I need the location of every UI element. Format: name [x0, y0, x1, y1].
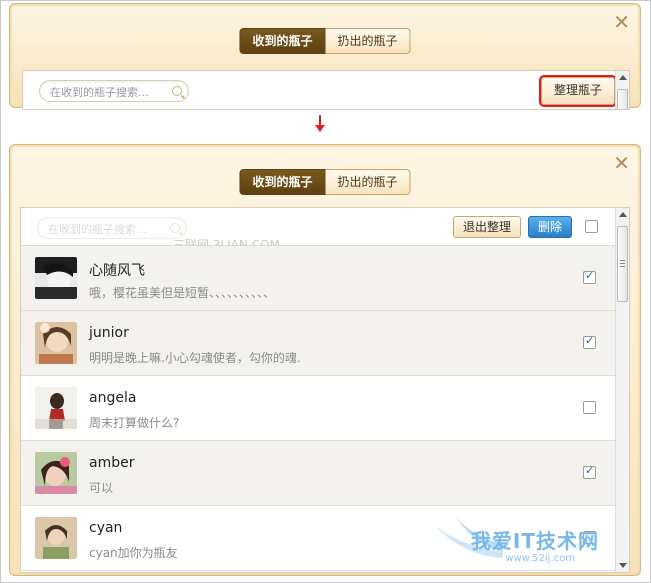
manage-toolbar: 在收到的瓶子搜索... 退出整理 删除 — [21, 208, 617, 246]
list-item[interactable]: angela 周末打算做什么? — [21, 376, 617, 441]
tab-thrown[interactable]: 扔出的瓶子 — [325, 28, 411, 54]
avatar[interactable] — [35, 257, 77, 299]
sender-name[interactable]: angela — [89, 390, 136, 406]
avatar[interactable] — [35, 322, 77, 364]
item-checkbox[interactable] — [583, 531, 596, 544]
scroll-down-icon[interactable] — [619, 563, 627, 568]
content-area: 在收到的瓶子搜索... 退出整理 删除 三联网 3LIAN.COM 心随风飞 哦… — [20, 207, 630, 573]
bottle-panel-before: ✕ 收到的瓶子 扔出的瓶子 在收到的瓶子搜索... 整理瓶子 — [9, 3, 641, 110]
item-checkbox[interactable] — [583, 464, 596, 479]
message-preview: cyan加你为瓶友 — [89, 546, 178, 560]
message-preview: 哦，樱花虽美但是短暂、、、、、、、、、、 — [89, 286, 276, 300]
list-item[interactable]: junior 明明是晚上嘛.小心勾魂使者，勾你的魂. — [21, 311, 617, 376]
bottle-list: 心随风飞 哦，樱花虽美但是短暂、、、、、、、、、、 ✓ junior 明明是晚上… — [21, 246, 617, 571]
list-item[interactable]: amber 可以 — [21, 441, 617, 506]
search-placeholder: 在收到的瓶子搜索... — [48, 223, 147, 236]
message-preview: 可以 — [89, 481, 114, 495]
search-input[interactable]: 在收到的瓶子搜索... — [39, 80, 189, 102]
tab-received[interactable]: 收到的瓶子 — [239, 169, 326, 195]
delete-button[interactable]: 删除 — [528, 216, 573, 238]
close-icon[interactable]: ✕ — [613, 153, 630, 173]
select-all-checkbox[interactable] — [585, 220, 598, 233]
search-placeholder: 在收到的瓶子搜索... — [50, 86, 149, 99]
grip-icon — [620, 260, 625, 267]
exit-manage-button[interactable]: 退出整理 — [453, 216, 522, 238]
message-preview: 周末打算做什么? — [89, 416, 180, 430]
sender-name[interactable]: 心随风飞 — [89, 260, 145, 280]
tab-bar: 收到的瓶子 扔出的瓶子 — [239, 28, 411, 54]
down-arrow-icon — [315, 115, 325, 132]
avatar[interactable] — [35, 452, 77, 494]
item-checkbox[interactable] — [583, 334, 596, 349]
tab-bar: 收到的瓶子 扔出的瓶子 — [239, 169, 411, 195]
search-icon — [170, 223, 180, 233]
scroll-up-icon[interactable] — [619, 75, 627, 80]
scrollbar[interactable] — [615, 71, 629, 109]
scroll-thumb[interactable] — [617, 89, 628, 109]
search-input: 在收到的瓶子搜索... — [37, 217, 187, 239]
scroll-up-icon[interactable] — [619, 212, 627, 217]
item-checkbox[interactable] — [583, 269, 596, 284]
avatar[interactable] — [35, 387, 77, 429]
tab-thrown[interactable]: 扔出的瓶子 — [325, 169, 411, 195]
manage-bottles-button[interactable]: 整理瓶子 — [538, 75, 618, 107]
list-item[interactable]: cyan cyan加你为瓶友 — [21, 506, 617, 571]
item-checkbox[interactable] — [583, 401, 596, 414]
scrollbar[interactable] — [615, 208, 629, 572]
sender-name[interactable]: junior — [89, 325, 129, 341]
search-icon[interactable] — [172, 86, 182, 96]
content-area: 在收到的瓶子搜索... 整理瓶子 — [22, 70, 630, 110]
message-preview: 明明是晚上嘛.小心勾魂使者，勾你的魂. — [89, 351, 301, 365]
bottle-panel-after: ✕ 收到的瓶子 扔出的瓶子 在收到的瓶子搜索... 退出整理 删除 三联网 3L… — [9, 144, 641, 576]
avatar[interactable] — [35, 517, 77, 559]
sender-name[interactable]: cyan — [89, 520, 122, 536]
tab-received[interactable]: 收到的瓶子 — [239, 28, 326, 54]
screenshot-frame: ✕ 收到的瓶子 扔出的瓶子 在收到的瓶子搜索... 整理瓶子 ✕ 收到的瓶子 扔… — [0, 0, 651, 583]
sender-name[interactable]: amber — [89, 455, 134, 471]
close-icon[interactable]: ✕ — [613, 12, 630, 32]
scroll-thumb[interactable] — [617, 226, 628, 302]
list-item[interactable]: 心随风飞 哦，樱花虽美但是短暂、、、、、、、、、、 — [21, 246, 617, 311]
